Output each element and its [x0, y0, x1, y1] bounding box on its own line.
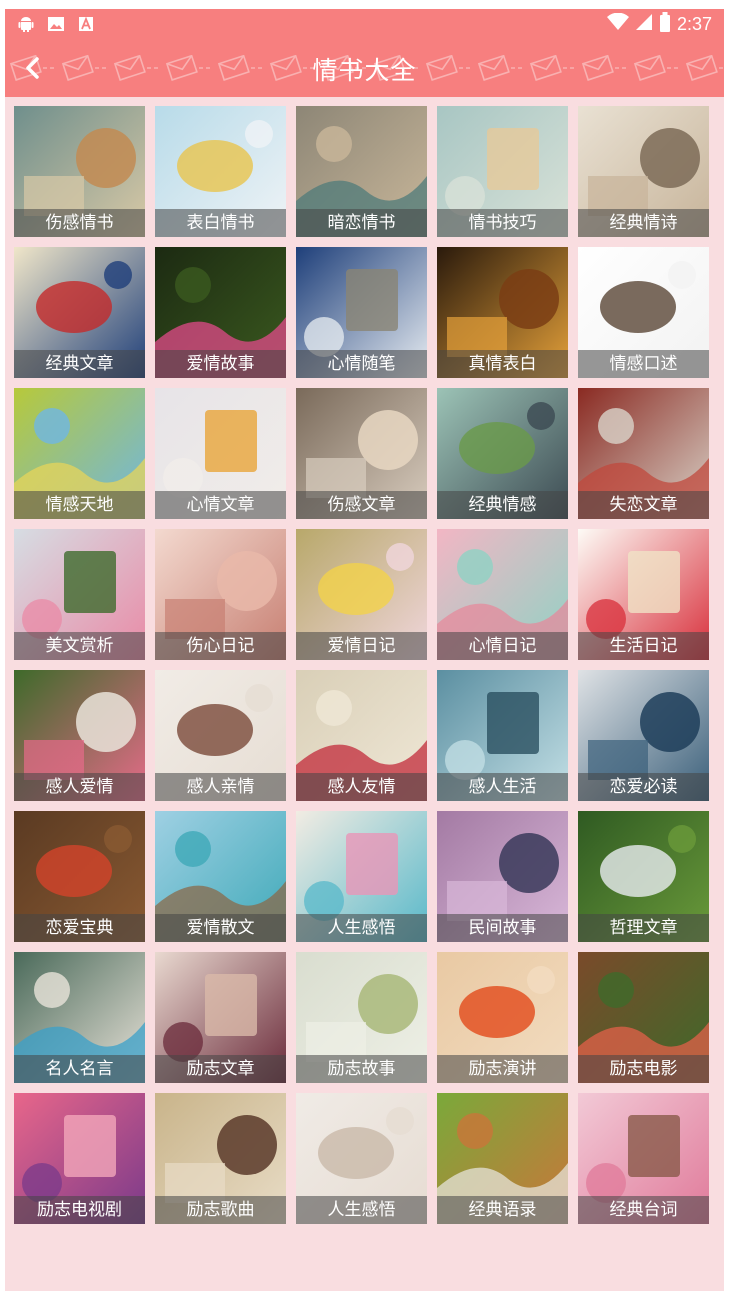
- category-tile[interactable]: 名人名言: [14, 952, 145, 1083]
- category-label: 励志文章: [155, 1055, 286, 1083]
- category-label: 心情文章: [155, 491, 286, 519]
- category-tile[interactable]: 经典情感: [437, 388, 568, 519]
- category-label: 经典语录: [437, 1196, 568, 1224]
- category-label: 生活日记: [578, 632, 709, 660]
- category-tile[interactable]: 励志故事: [296, 952, 427, 1083]
- image-icon: [47, 15, 65, 33]
- category-tile[interactable]: 恋爱宝典: [14, 811, 145, 942]
- category-tile[interactable]: 感人友情: [296, 670, 427, 801]
- category-label: 伤心日记: [155, 632, 286, 660]
- category-tile[interactable]: 伤心日记: [155, 529, 286, 660]
- category-tile[interactable]: 经典情诗: [578, 106, 709, 237]
- category-label: 励志电视剧: [14, 1196, 145, 1224]
- category-tile[interactable]: 伤感文章: [296, 388, 427, 519]
- category-label: 励志故事: [296, 1055, 427, 1083]
- category-label: 民间故事: [437, 914, 568, 942]
- category-tile[interactable]: 暗恋情书: [296, 106, 427, 237]
- category-tile[interactable]: 情书技巧: [437, 106, 568, 237]
- category-label: 感人亲情: [155, 773, 286, 801]
- category-label: 爱情日记: [296, 632, 427, 660]
- category-tile[interactable]: 人生感悟: [296, 1093, 427, 1224]
- category-label: 心情随笔: [296, 350, 427, 378]
- page-title: 情书大全: [312, 56, 417, 85]
- category-tile[interactable]: 经典文章: [14, 247, 145, 378]
- app-header: 情书大全: [5, 39, 724, 97]
- category-label: 经典台词: [578, 1196, 709, 1224]
- category-tile[interactable]: 人生感悟: [296, 811, 427, 942]
- category-tile[interactable]: 情感口述: [578, 247, 709, 378]
- category-tile[interactable]: 爱情散文: [155, 811, 286, 942]
- category-label: 情书技巧: [437, 209, 568, 237]
- category-label: 暗恋情书: [296, 209, 427, 237]
- category-label: 励志演讲: [437, 1055, 568, 1083]
- category-label: 爱情散文: [155, 914, 286, 942]
- category-label: 情感口述: [578, 350, 709, 378]
- category-tile[interactable]: 生活日记: [578, 529, 709, 660]
- category-tile[interactable]: 民间故事: [437, 811, 568, 942]
- status-bar: 2:37: [5, 9, 724, 39]
- category-label: 恋爱必读: [578, 773, 709, 801]
- category-tile[interactable]: 心情文章: [155, 388, 286, 519]
- category-tile[interactable]: 失恋文章: [578, 388, 709, 519]
- category-tile[interactable]: 感人生活: [437, 670, 568, 801]
- category-tile[interactable]: 励志歌曲: [155, 1093, 286, 1224]
- app-screen: 2:37 情书大全 伤感情书 表白情书 暗恋情书 情书技巧 经典情诗 经典文章 爱情故事 心情…: [5, 9, 724, 1291]
- category-tile[interactable]: 美文赏析: [14, 529, 145, 660]
- category-label: 失恋文章: [578, 491, 709, 519]
- category-label: 感人爱情: [14, 773, 145, 801]
- battery-icon: [659, 12, 671, 37]
- category-label: 励志电影: [578, 1055, 709, 1083]
- category-label: 经典情诗: [578, 209, 709, 237]
- category-label: 人生感悟: [296, 914, 427, 942]
- category-tile[interactable]: 励志演讲: [437, 952, 568, 1083]
- category-label: 伤感文章: [296, 491, 427, 519]
- font-icon: [77, 15, 95, 33]
- android-icon: [17, 15, 35, 33]
- category-label: 哲理文章: [578, 914, 709, 942]
- category-label: 名人名言: [14, 1055, 145, 1083]
- category-tile[interactable]: 爱情故事: [155, 247, 286, 378]
- category-grid: 伤感情书 表白情书 暗恋情书 情书技巧 经典情诗经典文章 爱情故事 心情随笔 真情表白 情感口述…: [14, 106, 719, 1224]
- category-tile[interactable]: 爱情日记: [296, 529, 427, 660]
- category-tile[interactable]: 表白情书: [155, 106, 286, 237]
- category-label: 励志歌曲: [155, 1196, 286, 1224]
- wifi-icon: [606, 12, 629, 36]
- category-tile[interactable]: 励志电影: [578, 952, 709, 1083]
- category-label: 经典情感: [437, 491, 568, 519]
- category-label: 真情表白: [437, 350, 568, 378]
- category-tile[interactable]: 情感天地: [14, 388, 145, 519]
- category-tile[interactable]: 经典台词: [578, 1093, 709, 1224]
- category-tile[interactable]: 感人亲情: [155, 670, 286, 801]
- category-tile[interactable]: 励志电视剧: [14, 1093, 145, 1224]
- category-tile[interactable]: 经典语录: [437, 1093, 568, 1224]
- category-label: 爱情故事: [155, 350, 286, 378]
- category-label: 人生感悟: [296, 1196, 427, 1224]
- category-tile[interactable]: 恋爱必读: [578, 670, 709, 801]
- category-tile[interactable]: 感人爱情: [14, 670, 145, 801]
- category-tile[interactable]: 心情日记: [437, 529, 568, 660]
- category-label: 感人友情: [296, 773, 427, 801]
- signal-icon: [635, 13, 653, 36]
- category-label: 心情日记: [437, 632, 568, 660]
- category-label: 美文赏析: [14, 632, 145, 660]
- category-tile[interactable]: 真情表白: [437, 247, 568, 378]
- category-label: 经典文章: [14, 350, 145, 378]
- category-label: 表白情书: [155, 209, 286, 237]
- category-tile[interactable]: 哲理文章: [578, 811, 709, 942]
- category-tile[interactable]: 心情随笔: [296, 247, 427, 378]
- category-tile[interactable]: 伤感情书: [14, 106, 145, 237]
- category-label: 伤感情书: [14, 209, 145, 237]
- category-label: 恋爱宝典: [14, 914, 145, 942]
- category-label: 感人生活: [437, 773, 568, 801]
- category-tile[interactable]: 励志文章: [155, 952, 286, 1083]
- category-label: 情感天地: [14, 491, 145, 519]
- clock: 2:37: [676, 14, 712, 34]
